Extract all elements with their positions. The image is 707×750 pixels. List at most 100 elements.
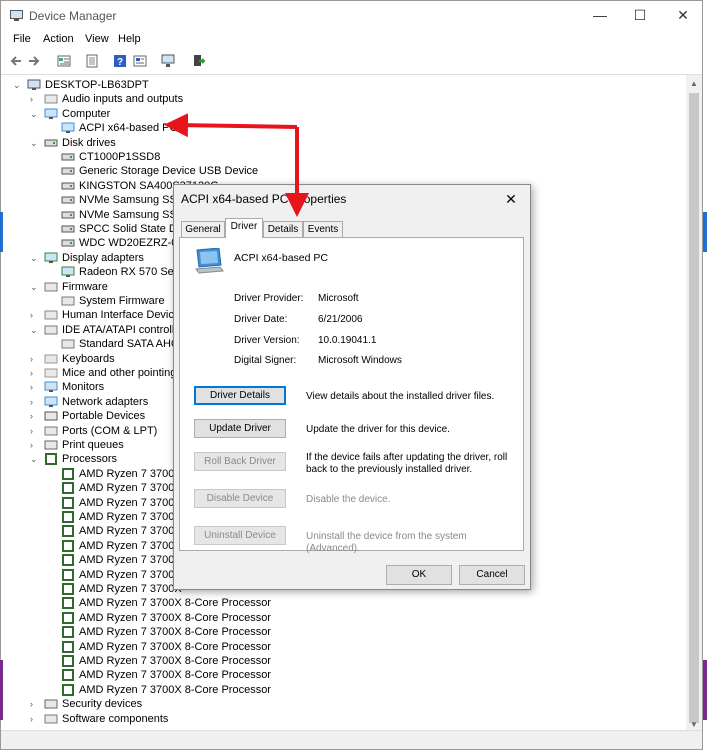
ok-button[interactable]: OK <box>386 565 452 585</box>
expand-icon[interactable]: › <box>30 366 38 380</box>
keyboard-icon <box>44 354 58 364</box>
processor-icon <box>62 655 74 667</box>
driver-details-button[interactable]: Driver Details <box>194 386 286 405</box>
maximize-button[interactable]: ☐ <box>620 4 660 26</box>
expand-icon[interactable]: › <box>30 380 38 394</box>
collapse-icon[interactable]: ⌄ <box>30 136 38 150</box>
menu-action[interactable]: Action <box>43 33 74 45</box>
menu-help[interactable]: Help <box>118 33 141 45</box>
tree-label: Human Interface Devices <box>62 309 186 322</box>
tree-label: Network adapters <box>62 395 149 408</box>
component-icon <box>44 714 58 724</box>
network-icon <box>44 396 58 407</box>
tree-label: System Firmware <box>79 295 165 307</box>
menu-file[interactable]: File <box>13 33 31 45</box>
toolbar: ? <box>1 51 702 73</box>
update-driver-button[interactable]: Update Driver <box>194 419 286 438</box>
processor-icon <box>62 611 74 624</box>
scan-hardware-icon[interactable] <box>161 54 175 68</box>
scroll-down-icon[interactable]: ▼ <box>690 720 698 729</box>
tree-label: AMD Ryzen 7 3700X <box>79 496 182 509</box>
expand-icon[interactable]: › <box>30 308 38 322</box>
tree-label: AMD Ryzen 7 3700X 8-Core Processor <box>79 597 271 610</box>
tab-details[interactable]: Details <box>263 221 303 237</box>
portable-icon <box>44 411 58 421</box>
tree-label: AMD Ryzen 7 3700X <box>79 467 182 480</box>
processor-icon <box>62 496 74 509</box>
desktop-edge-left-blue <box>0 212 3 252</box>
digital-signer-value: Microsoft Windows <box>318 355 402 366</box>
processor-icon <box>62 482 74 495</box>
tree-label: AMD Ryzen 7 3700X <box>79 525 182 538</box>
tree-label: AMD Ryzen 7 3700X 8-Core Processor <box>79 669 271 682</box>
expand-icon[interactable]: › <box>30 712 38 726</box>
uninstall-device-button[interactable]: Uninstall Device <box>194 526 286 545</box>
driver-tab-panel: ACPI x64-based PC Driver Provider: Micro… <box>179 237 524 554</box>
roll-back-driver-button[interactable]: Roll Back Driver <box>194 452 286 471</box>
expand-icon[interactable]: › <box>30 697 38 711</box>
tree-label: NVMe Samsung SSD <box>79 208 185 221</box>
driver-provider-value: Microsoft <box>318 293 359 304</box>
expand-icon[interactable]: › <box>30 409 38 423</box>
menu-view[interactable]: View <box>85 33 109 45</box>
disk-icon <box>61 225 75 233</box>
processor-icon <box>62 640 74 653</box>
tree-label: Audio inputs and outputs <box>62 93 184 106</box>
tree-label: Ports (COM & LPT) <box>62 424 158 437</box>
collapse-icon[interactable]: ⌄ <box>13 78 21 92</box>
device-manager-icon <box>10 10 23 21</box>
tree-label: AMD Ryzen 7 3700X <box>79 511 182 523</box>
dialog-close-button[interactable]: ✕ <box>498 188 524 210</box>
add-driver-icon[interactable] <box>191 54 205 68</box>
tree-label: Security devices <box>62 698 143 711</box>
title-bar[interactable]: Device Manager — ☐ ✕ <box>1 1 702 31</box>
tab-events[interactable]: Events <box>303 221 343 237</box>
collapse-icon[interactable]: ⌄ <box>30 107 38 121</box>
tree-label: WDC WD20EZRZ-00 <box>79 237 184 250</box>
disable-device-button[interactable]: Disable Device <box>194 489 286 508</box>
processor-icon <box>62 525 74 538</box>
controller-icon <box>61 339 75 349</box>
collapse-icon[interactable]: ⌄ <box>30 280 38 294</box>
monitor-icon <box>61 122 75 134</box>
tree-label: AMD Ryzen 7 3700X 8-Core Processor <box>79 683 271 696</box>
expand-icon[interactable]: › <box>30 92 38 106</box>
forward-icon[interactable] <box>27 54 41 68</box>
security-icon <box>44 699 58 709</box>
disk-icon <box>61 211 75 219</box>
horizontal-scrollbar[interactable] <box>1 730 702 749</box>
firmware-icon <box>44 282 58 292</box>
display-icon <box>61 266 75 278</box>
expand-icon[interactable]: › <box>30 424 38 438</box>
properties-dialog: ACPI x64-based PC Properties ✕ General D… <box>173 184 531 590</box>
cancel-button[interactable]: Cancel <box>459 565 525 585</box>
scroll-thumb[interactable] <box>689 93 699 723</box>
driver-date-label: Driver Date: <box>234 314 288 325</box>
processor-icon <box>62 583 74 595</box>
collapse-icon[interactable]: ⌄ <box>30 251 38 265</box>
expand-icon[interactable]: › <box>30 438 38 452</box>
collapse-icon[interactable]: ⌄ <box>30 323 38 337</box>
vertical-scrollbar[interactable]: ▲ ▼ <box>686 75 702 731</box>
back-icon[interactable] <box>9 54 23 68</box>
close-button[interactable]: ✕ <box>663 4 702 26</box>
disk-icon <box>61 239 75 247</box>
expand-icon[interactable]: › <box>30 352 38 366</box>
update-driver-icon[interactable] <box>85 54 99 68</box>
tree-label: AMD Ryzen 7 3700X <box>79 554 182 567</box>
tree-label: Display adapters <box>62 251 144 264</box>
expand-icon[interactable]: › <box>30 395 38 409</box>
properties-icon[interactable] <box>57 54 71 68</box>
minimize-button[interactable]: — <box>580 4 620 26</box>
audio-icon <box>44 94 58 104</box>
printer-icon <box>44 440 58 450</box>
view-icon[interactable] <box>133 54 147 68</box>
collapse-icon[interactable]: ⌄ <box>30 452 38 466</box>
tab-general[interactable]: General <box>181 221 225 237</box>
scroll-up-icon[interactable]: ▲ <box>690 79 698 88</box>
disk-icon <box>61 182 75 190</box>
firmware-icon <box>61 296 75 306</box>
processor-icon <box>62 568 74 581</box>
help-icon[interactable]: ? <box>113 54 127 68</box>
tab-driver[interactable]: Driver <box>225 218 263 238</box>
